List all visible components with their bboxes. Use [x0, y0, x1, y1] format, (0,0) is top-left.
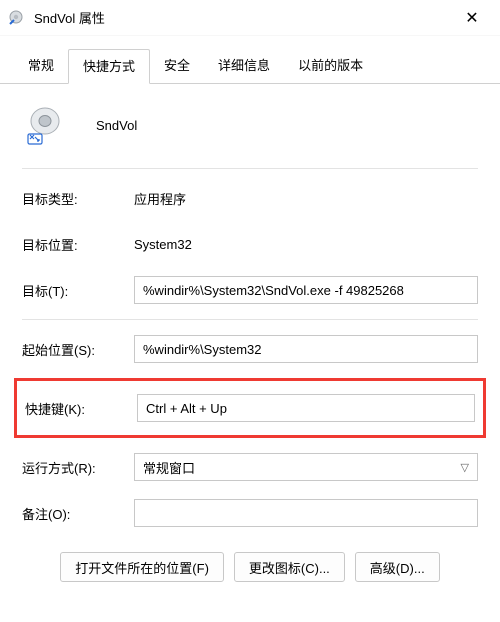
divider	[22, 168, 478, 169]
label-target-type: 目标类型:	[22, 189, 134, 208]
row-target-type: 目标类型: 应用程序	[22, 181, 478, 215]
advanced-button[interactable]: 高级(D)...	[355, 552, 440, 582]
close-button[interactable]: ✕	[452, 3, 492, 33]
label-shortcut-key: 快捷键(K):	[25, 399, 137, 418]
app-icon	[26, 104, 68, 146]
run-select[interactable]: 常规窗口 ▽	[134, 453, 478, 481]
row-start-in: 起始位置(S):	[22, 332, 478, 366]
label-run: 运行方式(R):	[22, 458, 134, 477]
tab-shortcut[interactable]: 快捷方式	[68, 49, 150, 84]
app-name: SndVol	[96, 118, 137, 133]
open-file-location-button[interactable]: 打开文件所在的位置(F)	[60, 552, 224, 582]
highlight-shortcut-key: 快捷键(K):	[14, 378, 486, 438]
button-row: 打开文件所在的位置(F) 更改图标(C)... 高级(D)...	[22, 552, 478, 582]
row-run: 运行方式(R): 常规窗口 ▽	[22, 450, 478, 484]
value-target-location: System32	[134, 237, 192, 252]
target-input[interactable]	[134, 276, 478, 304]
start-in-input[interactable]	[134, 335, 478, 363]
tab-strip: 常规 快捷方式 安全 详细信息 以前的版本	[0, 36, 500, 84]
change-icon-button[interactable]: 更改图标(C)...	[234, 552, 345, 582]
shortcut-panel: SndVol 目标类型: 应用程序 目标位置: System32 目标(T): …	[0, 84, 500, 596]
label-comment: 备注(O):	[22, 504, 134, 523]
app-title-icon	[8, 9, 26, 27]
row-comment: 备注(O):	[22, 496, 478, 530]
chevron-down-icon: ▽	[461, 461, 469, 474]
tab-security[interactable]: 安全	[150, 49, 204, 84]
run-select-value: 常规窗口	[143, 458, 195, 477]
label-start-in: 起始位置(S):	[22, 340, 134, 359]
tab-previous-versions[interactable]: 以前的版本	[284, 49, 377, 84]
row-target: 目标(T):	[22, 273, 478, 307]
label-target: 目标(T):	[22, 281, 134, 300]
shortcut-key-input[interactable]	[137, 394, 475, 422]
label-target-location: 目标位置:	[22, 235, 134, 254]
value-target-type: 应用程序	[134, 189, 186, 208]
tab-general[interactable]: 常规	[14, 49, 68, 84]
titlebar: SndVol 属性 ✕	[0, 0, 500, 36]
row-target-location: 目标位置: System32	[22, 227, 478, 261]
row-shortcut-key: 快捷键(K):	[25, 391, 475, 425]
divider	[22, 319, 478, 320]
tab-details[interactable]: 详细信息	[204, 49, 284, 84]
comment-input[interactable]	[134, 499, 478, 527]
app-header-row: SndVol	[22, 98, 478, 164]
window-title: SndVol 属性	[34, 8, 452, 27]
